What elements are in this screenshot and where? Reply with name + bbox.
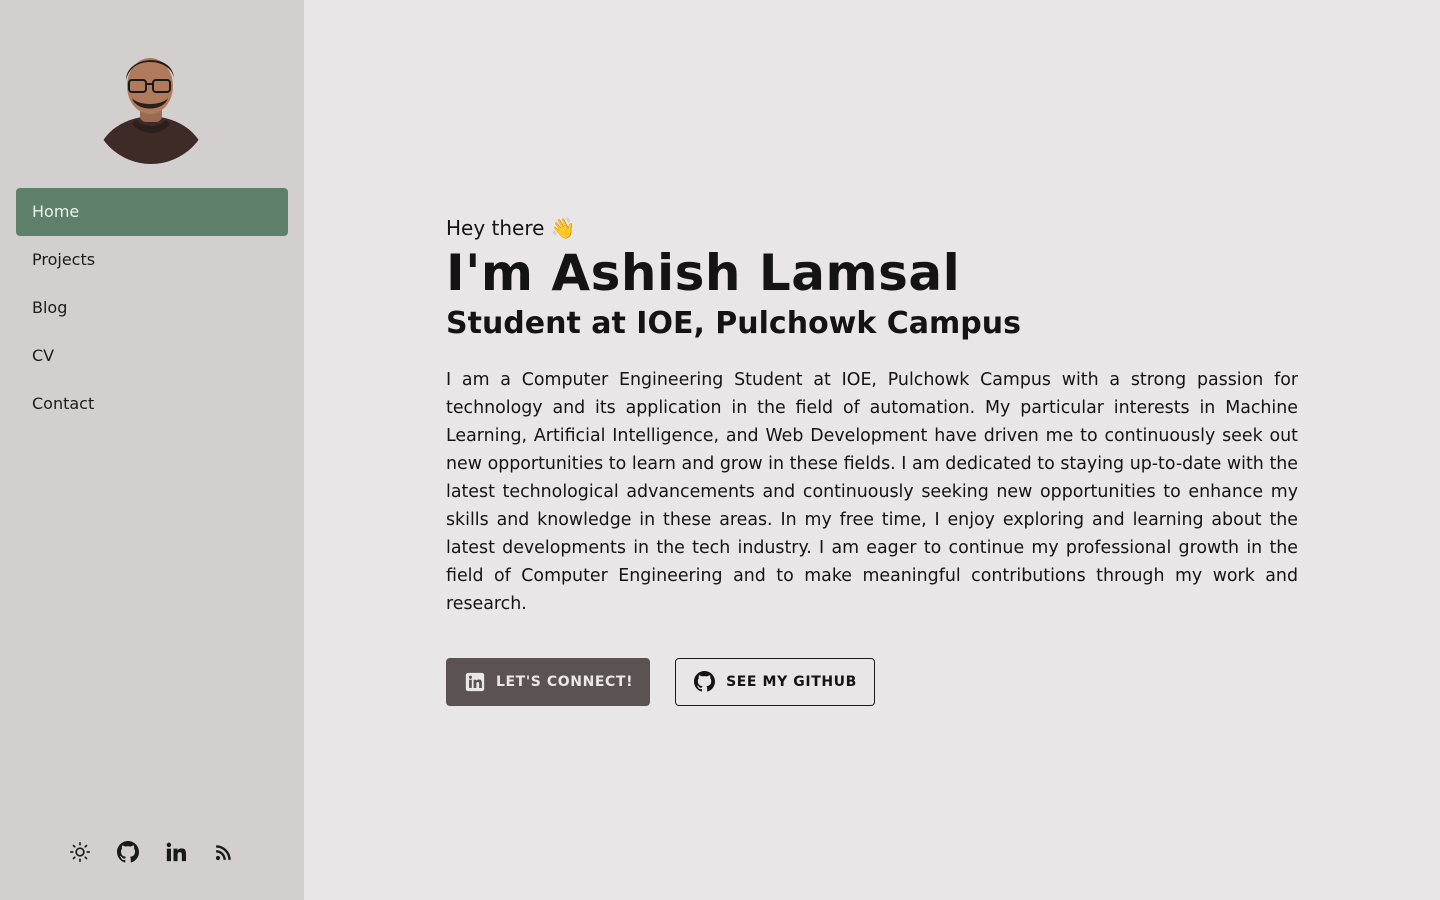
- nav-item-home[interactable]: Home: [16, 188, 288, 236]
- connect-button[interactable]: LET'S CONNECT!: [446, 658, 651, 706]
- page-title: I'm Ashish Lamsal: [446, 244, 961, 302]
- nav-item-projects[interactable]: Projects: [16, 236, 288, 284]
- subtitle: Student at IOE, Pulchowk Campus: [446, 306, 1021, 341]
- bio-paragraph: I am a Computer Engineering Student at I…: [446, 370, 1298, 614]
- avatar: [92, 46, 210, 164]
- sidebar-nav: Home Projects Blog CV Contact: [16, 188, 288, 428]
- sidebar: Home Projects Blog CV Contact: [0, 0, 304, 900]
- social-links: [68, 840, 236, 864]
- linkedin-icon: [464, 671, 486, 693]
- nav-item-cv[interactable]: CV: [16, 332, 288, 380]
- hero-section: Hey there 👋 I'm Ashish Lamsal Student at…: [446, 214, 1298, 706]
- nav-item-contact[interactable]: Contact: [16, 380, 288, 428]
- github-button[interactable]: SEE MY GITHUB: [675, 658, 875, 706]
- greeting: Hey there 👋: [446, 216, 576, 240]
- rss-icon[interactable]: [212, 840, 236, 864]
- nav-item-blog[interactable]: Blog: [16, 284, 288, 332]
- connect-button-label: LET'S CONNECT!: [496, 674, 634, 690]
- cta-buttons: LET'S CONNECT! SEE MY GITHUB: [446, 658, 1298, 706]
- github-icon[interactable]: [116, 840, 140, 864]
- profile-photo: [92, 46, 210, 164]
- github-button-label: SEE MY GITHUB: [726, 674, 857, 690]
- github-icon: [694, 671, 716, 693]
- sun-icon[interactable]: [68, 840, 92, 864]
- linkedin-icon[interactable]: [164, 840, 188, 864]
